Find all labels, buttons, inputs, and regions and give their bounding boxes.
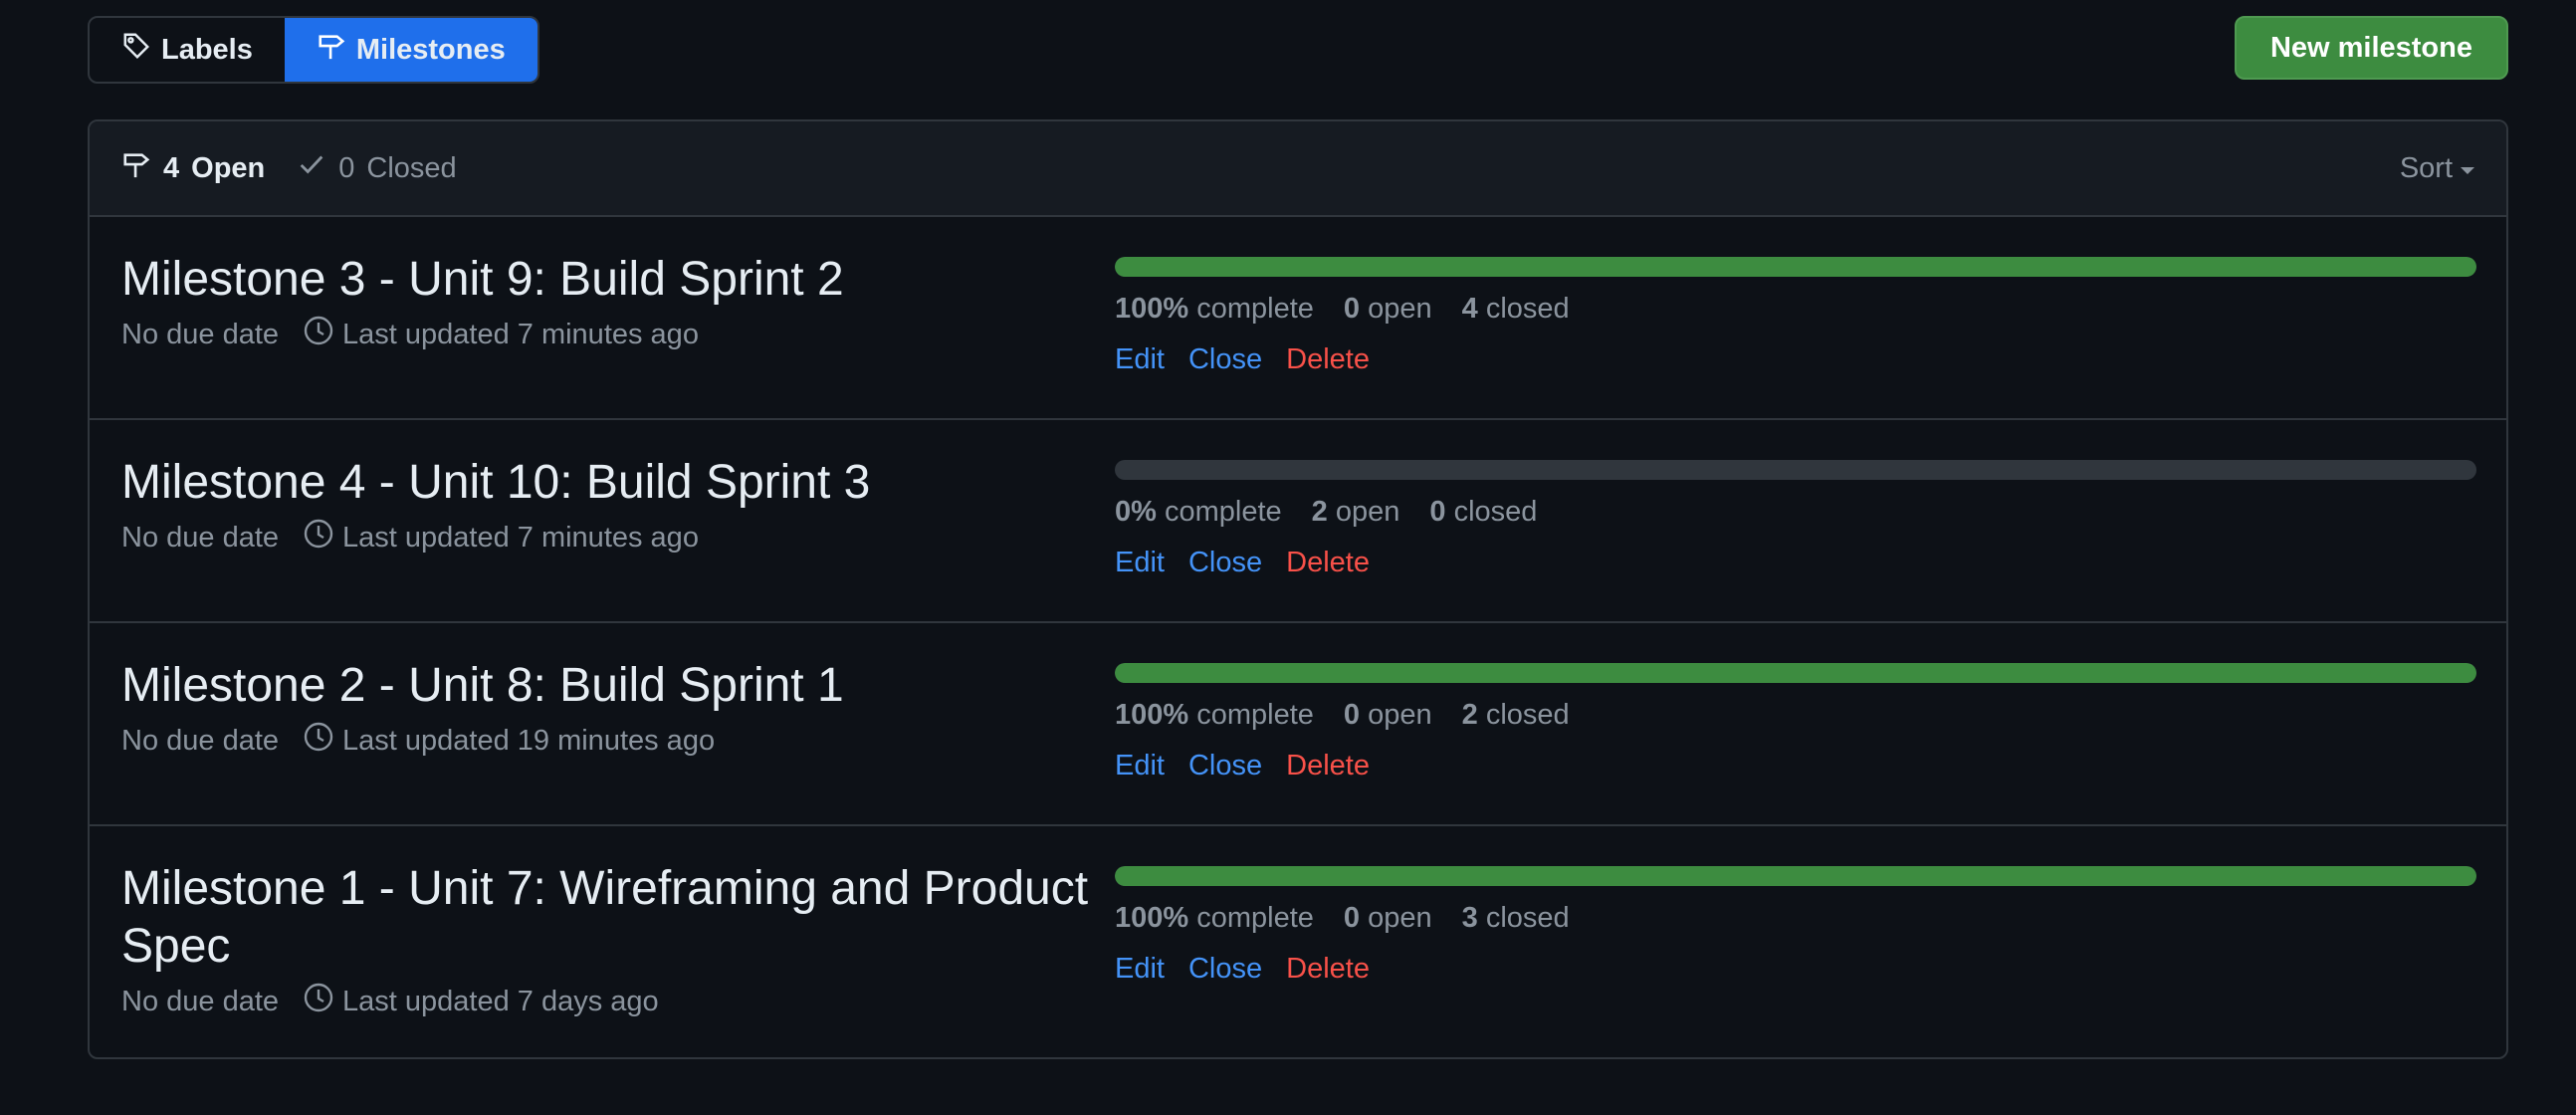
open-issues-count: 2 <box>1311 496 1328 528</box>
delete-link[interactable]: Delete <box>1286 547 1370 579</box>
clock-icon <box>303 518 334 558</box>
close-link[interactable]: Close <box>1188 953 1262 986</box>
tab-milestones[interactable]: Milestones <box>284 18 537 82</box>
milestone-row: Milestone 4 - Unit 10: Build Sprint 3 No… <box>90 420 2506 623</box>
tab-labels-label: Labels <box>161 33 253 66</box>
closed-issues-label: closed <box>1485 902 1570 934</box>
tab-labels[interactable]: Labels <box>90 18 285 82</box>
milestone-icon <box>121 149 151 187</box>
closed-label: Closed <box>366 151 457 184</box>
check-icon <box>297 149 326 187</box>
last-updated: Last updated 7 minutes ago <box>342 318 699 350</box>
closed-issues-count: 3 <box>1461 902 1478 934</box>
complete-label: complete <box>1196 699 1314 731</box>
delete-link[interactable]: Delete <box>1286 343 1370 376</box>
open-filter[interactable]: 4 Open <box>121 149 265 187</box>
edit-link[interactable]: Edit <box>1115 343 1165 376</box>
closed-issues-count: 2 <box>1461 699 1478 731</box>
open-issues-count: 0 <box>1343 293 1361 325</box>
delete-link[interactable]: Delete <box>1286 953 1370 986</box>
open-issues-label: open <box>1335 496 1400 528</box>
milestones-page: Labels Milestones New milestone 4 Open 0… <box>0 0 2576 1115</box>
edit-link[interactable]: Edit <box>1115 547 1165 579</box>
progress-bar <box>1115 663 2476 683</box>
open-issues-label: open <box>1368 293 1432 325</box>
due-date: No due date <box>121 985 280 1017</box>
tag-icon <box>121 31 151 69</box>
open-label: Open <box>191 151 266 184</box>
progress-fill <box>1115 866 2476 886</box>
open-issues-label: open <box>1368 902 1432 934</box>
list-header: 4 Open 0 Closed Sort <box>90 121 2506 217</box>
percent-complete: 0% <box>1115 496 1157 528</box>
milestone-title[interactable]: Milestone 1 - Unit 7: Wireframing and Pr… <box>121 860 1117 976</box>
closed-issues-label: closed <box>1485 699 1570 731</box>
due-date: No due date <box>121 521 280 554</box>
percent-complete: 100% <box>1115 699 1189 731</box>
progress-bar <box>1115 257 2476 277</box>
due-date: No due date <box>121 318 280 350</box>
closed-issues-count: 4 <box>1461 293 1478 325</box>
complete-label: complete <box>1196 902 1314 934</box>
sort-dropdown[interactable]: Sort <box>2400 152 2474 185</box>
caret-down-icon <box>2461 166 2474 174</box>
percent-complete: 100% <box>1115 902 1189 934</box>
closed-issues-count: 0 <box>1429 496 1446 528</box>
progress-bar <box>1115 866 2476 886</box>
open-count: 4 <box>163 151 180 184</box>
clock-icon <box>303 315 334 354</box>
complete-label: complete <box>1196 293 1314 325</box>
clock-icon <box>303 721 334 761</box>
new-milestone-button[interactable]: New milestone <box>2234 16 2508 80</box>
last-updated: Last updated 7 minutes ago <box>342 521 699 554</box>
milestones-list: 4 Open 0 Closed Sort Milestone 3 - Unit … <box>88 119 2508 1059</box>
closed-filter[interactable]: 0 Closed <box>297 149 457 187</box>
edit-link[interactable]: Edit <box>1115 953 1165 986</box>
last-updated: Last updated 7 days ago <box>342 985 659 1017</box>
milestone-title[interactable]: Milestone 4 - Unit 10: Build Sprint 3 <box>121 454 1097 512</box>
closed-issues-label: closed <box>1453 496 1538 528</box>
closed-issues-label: closed <box>1485 293 1570 325</box>
milestone-row: Milestone 2 - Unit 8: Build Sprint 1 No … <box>90 623 2506 826</box>
milestone-title[interactable]: Milestone 2 - Unit 8: Build Sprint 1 <box>121 657 1097 715</box>
sort-label: Sort <box>2399 151 2453 184</box>
open-issues-count: 0 <box>1343 699 1361 731</box>
progress-fill <box>1115 663 2476 683</box>
progress-fill <box>1115 257 2476 277</box>
progress-bar <box>1115 460 2476 480</box>
percent-complete: 100% <box>1115 293 1189 325</box>
delete-link[interactable]: Delete <box>1286 750 1370 782</box>
edit-link[interactable]: Edit <box>1115 750 1165 782</box>
milestone-row: Milestone 3 - Unit 9: Build Sprint 2 No … <box>90 217 2506 420</box>
closed-count: 0 <box>338 151 355 184</box>
tab-milestones-label: Milestones <box>355 33 506 66</box>
close-link[interactable]: Close <box>1188 547 1262 579</box>
milestone-title[interactable]: Milestone 3 - Unit 9: Build Sprint 2 <box>121 251 1097 309</box>
labels-milestones-tabs: Labels Milestones <box>88 16 539 84</box>
clock-icon <box>303 982 334 1021</box>
last-updated: Last updated 19 minutes ago <box>342 724 716 757</box>
close-link[interactable]: Close <box>1188 750 1262 782</box>
open-issues-count: 0 <box>1343 902 1361 934</box>
close-link[interactable]: Close <box>1188 343 1262 376</box>
milestone-row: Milestone 1 - Unit 7: Wireframing and Pr… <box>90 826 2506 1057</box>
milestone-icon <box>317 31 346 69</box>
open-issues-label: open <box>1368 699 1432 731</box>
due-date: No due date <box>121 724 280 757</box>
complete-label: complete <box>1164 496 1282 528</box>
